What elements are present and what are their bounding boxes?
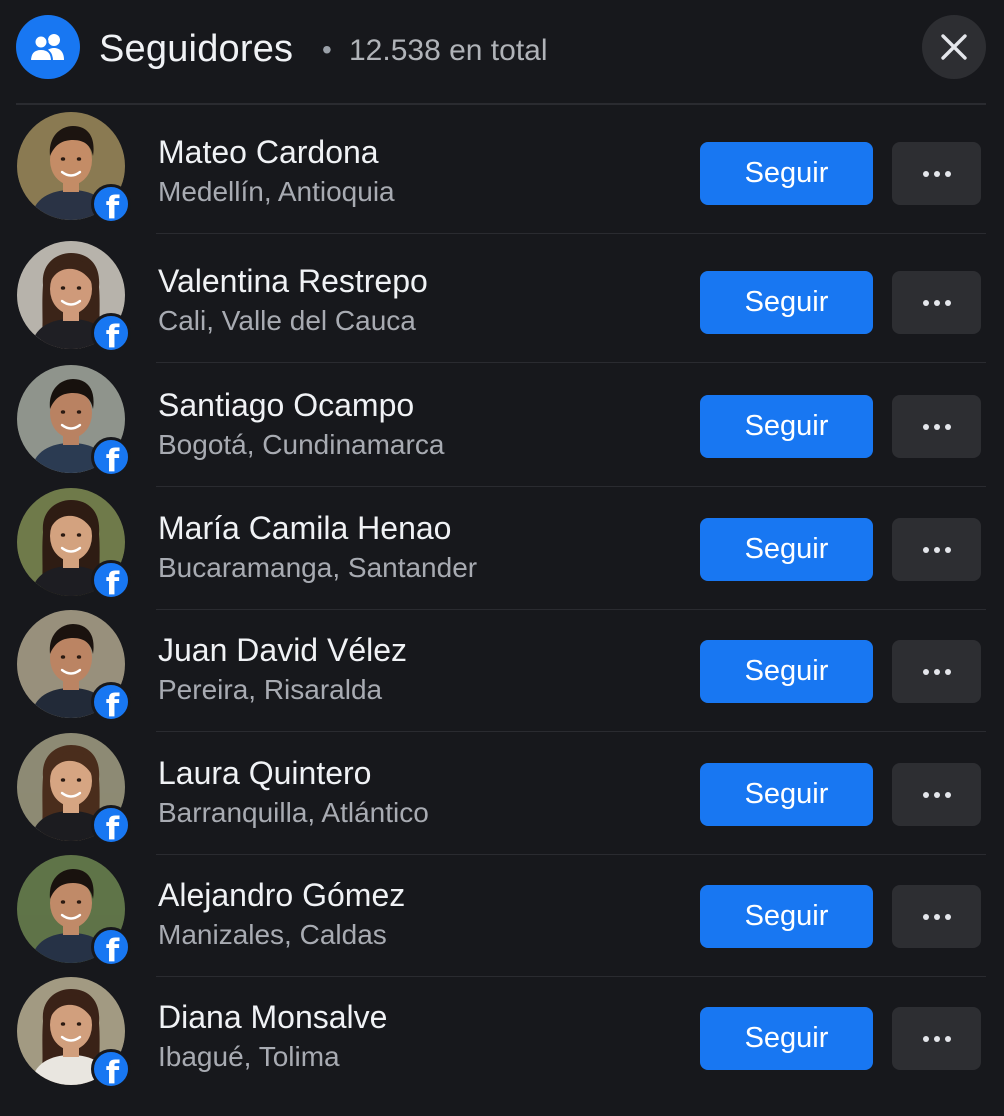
more-horizontal-icon xyxy=(922,1035,951,1042)
follow-button[interactable]: Seguir xyxy=(700,885,873,948)
follower-name[interactable]: Diana Monsalve xyxy=(158,999,387,1036)
follower-row: f Mateo Cardona Medellín, Antioquia Segu… xyxy=(0,105,1004,234)
title-separator: • xyxy=(322,34,332,65)
more-horizontal-icon xyxy=(922,299,951,306)
follower-location: Manizales, Caldas xyxy=(158,919,387,950)
follower-location: Ibagué, Tolima xyxy=(158,1041,340,1072)
follow-button[interactable]: Seguir xyxy=(700,763,873,826)
panel-header: Seguidores • 12.538 en total xyxy=(0,0,1004,104)
follower-row: f Juan David Vélez Pereira, Risaralda Se… xyxy=(0,603,1004,732)
page-title: Seguidores xyxy=(99,28,294,70)
follow-button[interactable]: Seguir xyxy=(700,640,873,703)
more-horizontal-icon xyxy=(922,791,951,798)
more-horizontal-icon xyxy=(922,423,951,430)
facebook-icon: f xyxy=(91,927,131,967)
more-options-button[interactable] xyxy=(892,1007,981,1070)
more-options-button[interactable] xyxy=(892,142,981,205)
follower-row: f Alejandro Gómez Manizales, Caldas Segu… xyxy=(0,848,1004,977)
facebook-icon: f xyxy=(91,805,131,845)
follower-location: Barranquilla, Atlántico xyxy=(158,797,429,828)
facebook-icon: f xyxy=(91,313,131,353)
follower-name[interactable]: Mateo Cardona xyxy=(158,134,379,171)
more-horizontal-icon xyxy=(922,668,951,675)
more-horizontal-icon xyxy=(922,913,951,920)
follow-button[interactable]: Seguir xyxy=(700,518,873,581)
facebook-icon: f xyxy=(91,682,131,722)
follower-row: f Laura Quintero Barranquilla, Atlántico… xyxy=(0,726,1004,855)
facebook-icon: f xyxy=(91,560,131,600)
more-options-button[interactable] xyxy=(892,271,981,334)
close-icon xyxy=(941,34,967,60)
follower-location: Bucaramanga, Santander xyxy=(158,552,478,583)
follower-row: f María Camila Henao Bucaramanga, Santan… xyxy=(0,481,1004,610)
follow-button[interactable]: Seguir xyxy=(700,142,873,205)
follower-row: f Santiago Ocampo Bogotá, Cundinamarca S… xyxy=(0,358,1004,487)
follower-location: Pereira, Risaralda xyxy=(158,674,383,705)
more-options-button[interactable] xyxy=(892,640,981,703)
more-options-button[interactable] xyxy=(892,395,981,458)
follower-row: f Valentina Restrepo Cali, Valle del Cau… xyxy=(0,234,1004,363)
follower-name[interactable]: María Camila Henao xyxy=(158,510,451,547)
facebook-icon: f xyxy=(91,437,131,477)
close-button[interactable] xyxy=(922,15,986,79)
follower-name[interactable]: Valentina Restrepo xyxy=(158,263,428,300)
follower-name[interactable]: Santiago Ocampo xyxy=(158,387,414,424)
more-options-button[interactable] xyxy=(892,518,981,581)
people-icon xyxy=(16,15,80,79)
follower-location: Cali, Valle del Cauca xyxy=(158,305,416,336)
follow-button[interactable]: Seguir xyxy=(700,1007,873,1070)
follower-row: f Diana Monsalve Ibagué, Tolima Seguir xyxy=(0,970,1004,1093)
more-options-button[interactable] xyxy=(892,885,981,948)
followers-panel: Seguidores • 12.538 en total f Mateo Car… xyxy=(0,0,1004,1116)
more-horizontal-icon xyxy=(922,546,951,553)
follower-name[interactable]: Laura Quintero xyxy=(158,755,371,792)
more-horizontal-icon xyxy=(922,170,951,177)
more-options-button[interactable] xyxy=(892,763,981,826)
follow-button[interactable]: Seguir xyxy=(700,395,873,458)
follower-location: Bogotá, Cundinamarca xyxy=(158,429,445,460)
follower-location: Medellín, Antioquia xyxy=(158,176,395,207)
follow-button[interactable]: Seguir xyxy=(700,271,873,334)
follower-name[interactable]: Alejandro Gómez xyxy=(158,877,405,914)
follower-name[interactable]: Juan David Vélez xyxy=(158,632,407,669)
followers-total-count: 12.538 en total xyxy=(349,34,548,67)
facebook-icon: f xyxy=(91,184,131,224)
facebook-icon: f xyxy=(91,1049,131,1089)
